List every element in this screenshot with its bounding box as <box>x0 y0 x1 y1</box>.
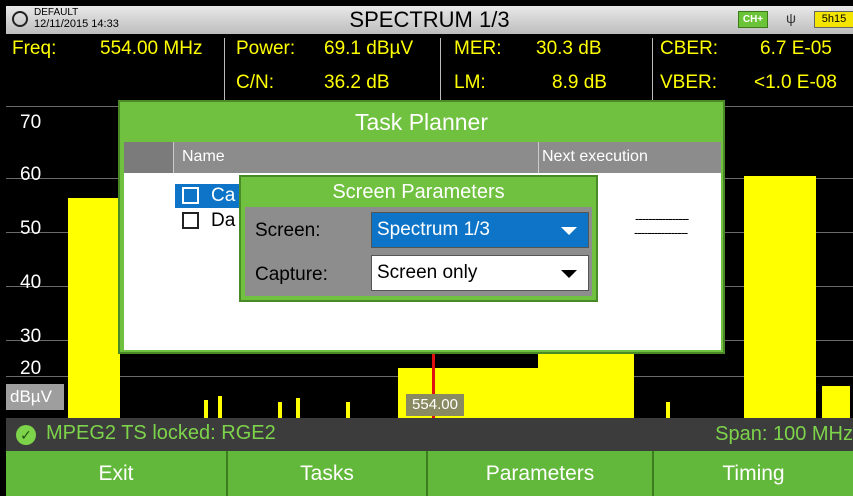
y-tick-label: 60 <box>20 164 42 185</box>
capture-select-value: Screen only <box>377 262 478 283</box>
tasks-button[interactable]: Tasks <box>228 451 428 496</box>
select-column-header <box>124 142 174 173</box>
mer-label: MER: <box>454 38 502 59</box>
battery-indicator: 5h15 <box>814 11 853 28</box>
status-bar: ✓ MPEG2 TS locked: RGE2 Span: 100 MHz <box>6 418 853 451</box>
separator <box>224 38 225 104</box>
freq-label: Freq: <box>12 38 57 59</box>
separator <box>440 38 441 104</box>
span-value: Span: 100 MHz <box>715 423 853 445</box>
task-name: Da <box>211 210 236 231</box>
trace-spike <box>278 402 282 418</box>
trace-spike <box>68 214 74 224</box>
mer-value: 30.3 dB <box>536 38 602 59</box>
trace-spike <box>204 400 208 418</box>
parameters-button[interactable]: Parameters <box>428 451 654 496</box>
cn-value: 36.2 dB <box>324 72 390 93</box>
channel-trace <box>538 346 634 418</box>
task-checkbox[interactable] <box>182 187 199 204</box>
task-list-header: Name Next execution <box>124 142 721 173</box>
separator <box>652 38 653 104</box>
screen-parameters-dialog: Screen Parameters Screen: Spectrum 1/3 C… <box>239 175 598 302</box>
antenna-icon: ψ <box>786 10 796 26</box>
softkey-bar: Exit Tasks Parameters Timing <box>6 451 853 496</box>
screen-title: SPECTRUM 1/3 <box>349 7 510 32</box>
dialog-title: Screen Parameters <box>332 181 505 203</box>
screen-select[interactable]: Spectrum 1/3 <box>371 212 589 248</box>
channel-trace <box>68 198 120 418</box>
task-name: Ca <box>211 185 236 206</box>
timing-button[interactable]: Timing <box>654 451 853 496</box>
trace-spike <box>218 396 222 418</box>
trace-spike <box>346 402 350 418</box>
cber-label: CBER: <box>660 38 719 59</box>
cber-value: 6.7 E-05 <box>760 38 832 59</box>
task-checkbox[interactable] <box>182 212 199 229</box>
column-separator <box>538 142 539 173</box>
trace-spike <box>666 402 670 418</box>
task-next-execution: ---------------- <box>635 211 689 226</box>
name-column-header: Name <box>182 148 225 165</box>
screen-select-value: Spectrum 1/3 <box>377 219 490 240</box>
channel-trace <box>744 176 816 418</box>
y-tick-label: 20 <box>20 358 42 379</box>
next-execution-column-header: Next execution <box>542 148 648 165</box>
trace-spike <box>296 398 300 418</box>
y-tick-label: 40 <box>20 272 42 293</box>
vber-value: <1.0 E-08 <box>754 72 837 93</box>
screen-label: Screen: <box>255 220 321 241</box>
title-bar: DEFAULT 12/11/2015 14:33 SPECTRUM 1/3 CH… <box>6 6 853 34</box>
vber-label: VBER: <box>660 72 718 93</box>
lock-status: MPEG2 TS locked: RGE2 <box>46 422 276 444</box>
lm-label: LM: <box>454 72 486 93</box>
unit-label: dBµV <box>6 384 64 410</box>
trace-spike <box>822 386 850 418</box>
channel-badge: CH+ <box>738 11 768 28</box>
lock-check-icon: ✓ <box>16 425 36 445</box>
chevron-down-icon <box>561 227 577 235</box>
dialog-title: Task Planner <box>355 109 488 135</box>
trace-spike <box>486 400 490 418</box>
measurement-panel: Freq: 554.00 MHz Power: 69.1 dBµV C/N: 3… <box>6 34 853 106</box>
exit-button[interactable]: Exit <box>6 451 228 496</box>
freq-value: 554.00 MHz <box>100 38 203 59</box>
lm-value: 8.9 dB <box>552 72 607 93</box>
capture-select[interactable]: Screen only <box>371 255 589 291</box>
y-tick-label: 50 <box>20 218 42 239</box>
dialog-body: Screen: Spectrum 1/3 Capture: Screen onl… <box>245 207 592 296</box>
power-value: 69.1 dBµV <box>324 38 414 59</box>
capture-label: Capture: <box>255 264 328 285</box>
marker-frequency-label: 554.00 <box>406 394 464 416</box>
cn-label: C/N: <box>236 72 274 93</box>
chevron-down-icon <box>561 270 577 278</box>
y-tick-label: 70 <box>20 112 42 133</box>
y-tick-label: 30 <box>20 326 42 347</box>
power-label: Power: <box>236 38 296 59</box>
